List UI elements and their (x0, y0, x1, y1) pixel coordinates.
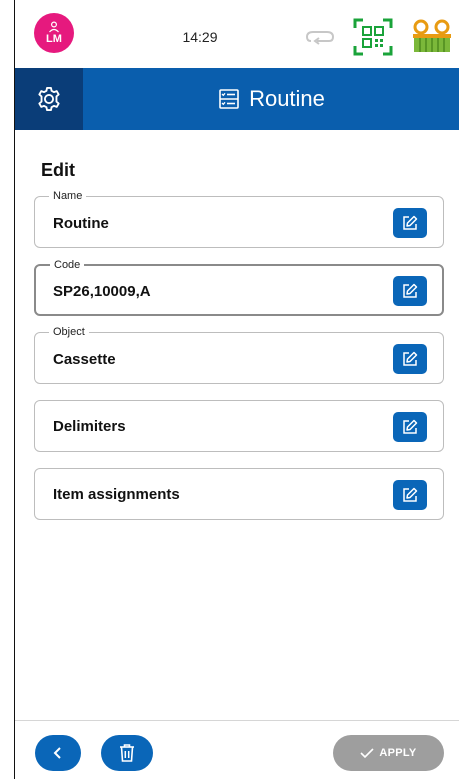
edit-icon (403, 487, 418, 502)
cassette-rack-icon[interactable] (412, 18, 452, 54)
name-field[interactable]: Name Routine (34, 190, 444, 248)
back-button[interactable] (35, 735, 81, 771)
apply-button[interactable]: APPLY (333, 735, 444, 771)
object-field-label: Object (49, 326, 89, 338)
qr-scanner-icon[interactable] (353, 18, 393, 56)
code-field-value: SP26,10009,A (53, 283, 151, 300)
delimiters-field-value: Delimiters (53, 418, 126, 435)
user-initials: LM (46, 33, 62, 45)
edit-item-assignments-button[interactable] (393, 480, 427, 510)
edit-icon (403, 215, 418, 230)
apply-button-label: APPLY (379, 747, 417, 759)
code-field-label: Code (50, 259, 85, 271)
settings-button[interactable] (15, 68, 83, 130)
object-field[interactable]: Object Cassette (34, 326, 444, 384)
checkmark-icon (360, 748, 374, 759)
app-frame: LM 14:29 Routine Edit Name Routine Code … (14, 0, 459, 779)
object-field-value: Cassette (53, 351, 116, 368)
item-assignments-field[interactable]: Item assignments (34, 468, 444, 520)
trash-icon (120, 744, 134, 762)
chevron-left-icon (53, 747, 61, 759)
app-header: Routine (15, 68, 459, 130)
user-avatar[interactable]: LM (34, 13, 74, 53)
sync-icon (305, 31, 335, 45)
delete-button[interactable] (101, 735, 153, 771)
routine-list-icon (219, 89, 239, 109)
edit-delimiters-button[interactable] (393, 412, 427, 442)
item-assignments-field-value: Item assignments (53, 486, 180, 503)
user-icon (49, 21, 59, 33)
gear-icon (38, 86, 60, 112)
edit-icon (403, 283, 418, 298)
edit-name-button[interactable] (393, 208, 427, 238)
delimiters-field[interactable]: Delimiters (34, 400, 444, 452)
section-heading: Edit (41, 160, 75, 180)
code-field[interactable]: Code SP26,10009,A (34, 259, 444, 316)
page-title: Routine (249, 86, 325, 111)
status-bar: LM 14:29 (15, 0, 459, 68)
edit-icon (403, 419, 418, 434)
edit-code-button[interactable] (393, 276, 427, 306)
edit-icon (403, 351, 418, 366)
page-title-container: Routine (83, 68, 459, 130)
bottom-toolbar: APPLY (15, 720, 459, 780)
clock-time: 14:29 (182, 29, 218, 45)
name-field-label: Name (49, 190, 87, 202)
name-field-value: Routine (53, 215, 109, 232)
edit-object-button[interactable] (393, 344, 427, 374)
